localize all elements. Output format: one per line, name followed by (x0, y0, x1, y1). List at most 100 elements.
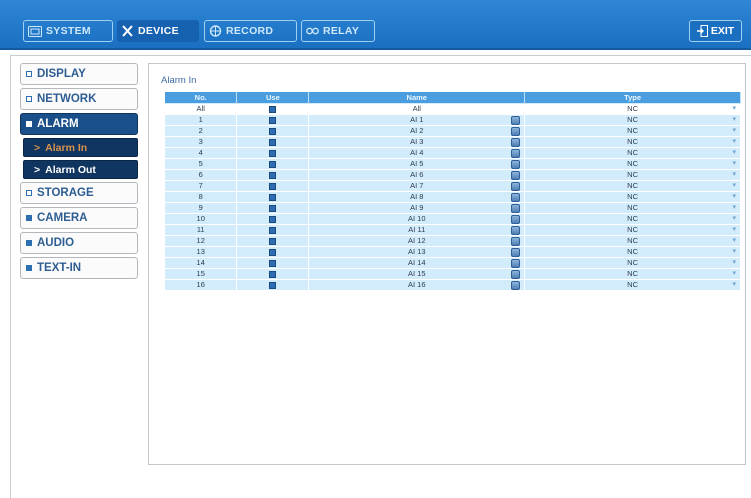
type-select[interactable]: NC ▾ (524, 278, 741, 290)
keyboard-icon[interactable] (511, 225, 521, 235)
keyboard-icon[interactable] (511, 236, 521, 246)
keyboard-icon[interactable] (511, 280, 521, 290)
row-name: AI 16 (408, 280, 426, 290)
name-field[interactable]: AI 8 (308, 190, 526, 202)
use-checkbox[interactable] (269, 215, 277, 223)
sidebar-item-network[interactable]: NETWORK (20, 88, 138, 110)
name-field[interactable]: AI 11 (308, 223, 526, 235)
bullet-icon (26, 265, 32, 271)
use-checkbox[interactable] (269, 149, 277, 157)
name-field[interactable]: AI 12 (308, 234, 526, 246)
name-field[interactable]: AI 15 (308, 267, 526, 279)
row-number: 9 (165, 201, 238, 213)
table-row: 4 AI 4 NC ▾ (165, 146, 741, 158)
sidebar-item-text-in[interactable]: TEXT-IN (20, 257, 138, 279)
keyboard-icon[interactable] (511, 159, 521, 169)
name-field[interactable]: AI 2 (308, 124, 526, 136)
name-field[interactable]: AI 5 (308, 157, 526, 169)
type-select[interactable]: NC ▾ (524, 190, 741, 202)
keyboard-icon[interactable] (511, 269, 521, 279)
bullet-icon (26, 215, 32, 221)
dropdown-arrow-icon: ▾ (732, 181, 736, 189)
name-field[interactable]: AI 7 (308, 179, 526, 191)
type-select[interactable]: NC ▾ (524, 223, 741, 235)
name-field[interactable]: AI 14 (308, 256, 526, 268)
exit-button[interactable]: EXIT (689, 20, 742, 42)
use-checkbox[interactable] (269, 193, 277, 201)
name-field[interactable]: AI 16 (308, 278, 526, 290)
use-checkbox[interactable] (269, 160, 277, 168)
tab-system[interactable]: SYSTEM (23, 20, 113, 42)
type-select[interactable]: NC ▾ (524, 267, 741, 279)
name-field[interactable]: AI 4 (308, 146, 526, 158)
type-select[interactable]: NC ▾ (524, 124, 741, 136)
keyboard-icon[interactable] (511, 203, 521, 213)
type-select[interactable]: NC ▾ (524, 135, 741, 147)
sidebar-item-label: ALARM (37, 118, 79, 130)
type-select[interactable]: NC ▾ (524, 256, 741, 268)
use-checkbox-cell (236, 223, 310, 235)
type-select[interactable]: NC ▾ (524, 102, 741, 114)
use-checkbox-cell (236, 102, 310, 114)
use-checkbox[interactable] (269, 226, 277, 234)
use-checkbox[interactable] (269, 171, 277, 179)
keyboard-icon[interactable] (511, 247, 521, 257)
sidebar-subitem-alarm-in[interactable]: > Alarm In (23, 138, 138, 157)
tab-relay[interactable]: RELAY (301, 20, 375, 42)
keyboard-icon[interactable] (511, 115, 521, 125)
table-row: 15 AI 15 NC ▾ (165, 267, 741, 279)
name-field[interactable]: AI 13 (308, 245, 526, 257)
sidebar-item-camera[interactable]: CAMERA (20, 207, 138, 229)
use-all-checkbox[interactable] (269, 105, 277, 113)
type-select[interactable]: NC ▾ (524, 234, 741, 246)
name-field[interactable]: AI 10 (308, 212, 526, 224)
sidebar-item-display[interactable]: DISPLAY (20, 63, 138, 85)
type-select[interactable]: NC ▾ (524, 179, 741, 191)
row-name: AI 13 (408, 247, 426, 256)
keyboard-icon[interactable] (511, 137, 521, 147)
type-select[interactable]: NC ▾ (524, 168, 741, 180)
sidebar-subitem-alarm-out[interactable]: > Alarm Out (23, 160, 138, 179)
keyboard-icon[interactable] (511, 258, 521, 268)
keyboard-icon[interactable] (511, 214, 521, 224)
keyboard-icon[interactable] (511, 170, 521, 180)
table-row: 9 AI 9 NC ▾ (165, 201, 741, 213)
table-row: 5 AI 5 NC ▾ (165, 157, 741, 169)
chevron-right-icon: > (34, 163, 41, 176)
type-select[interactable]: NC ▾ (524, 212, 741, 224)
keyboard-icon[interactable] (511, 181, 521, 191)
dropdown-arrow-icon: ▾ (732, 170, 736, 178)
bullet-icon (26, 240, 32, 246)
keyboard-icon[interactable] (511, 148, 521, 158)
use-checkbox-cell (236, 168, 310, 180)
sidebar-item-storage[interactable]: STORAGE (20, 182, 138, 204)
tab-device[interactable]: DEVICE (117, 20, 199, 42)
use-checkbox[interactable] (269, 116, 277, 124)
row-number: 12 (165, 234, 238, 246)
name-field[interactable]: AI 6 (308, 168, 526, 180)
use-checkbox[interactable] (269, 237, 277, 245)
keyboard-icon[interactable] (511, 126, 521, 136)
sidebar-item-alarm[interactable]: ALARM (20, 113, 138, 135)
sidebar-item-audio[interactable]: AUDIO (20, 232, 138, 254)
name-field[interactable]: AI 1 (308, 113, 526, 125)
use-checkbox[interactable] (269, 270, 277, 278)
tab-record[interactable]: RECORD (204, 20, 297, 42)
use-checkbox[interactable] (269, 281, 277, 289)
name-field[interactable]: AI 9 (308, 201, 526, 213)
type-select[interactable]: NC ▾ (524, 157, 741, 169)
row-name: AI 14 (408, 258, 426, 267)
type-select[interactable]: NC ▾ (524, 113, 741, 125)
row-number: 7 (165, 179, 238, 191)
use-checkbox[interactable] (269, 259, 277, 267)
use-checkbox[interactable] (269, 204, 277, 212)
use-checkbox[interactable] (269, 127, 277, 135)
use-checkbox[interactable] (269, 138, 277, 146)
type-select[interactable]: NC ▾ (524, 146, 741, 158)
type-select[interactable]: NC ▾ (524, 201, 741, 213)
type-select[interactable]: NC ▾ (524, 245, 741, 257)
use-checkbox[interactable] (269, 248, 277, 256)
keyboard-icon[interactable] (511, 192, 521, 202)
use-checkbox[interactable] (269, 182, 277, 190)
name-field[interactable]: AI 3 (308, 135, 526, 147)
